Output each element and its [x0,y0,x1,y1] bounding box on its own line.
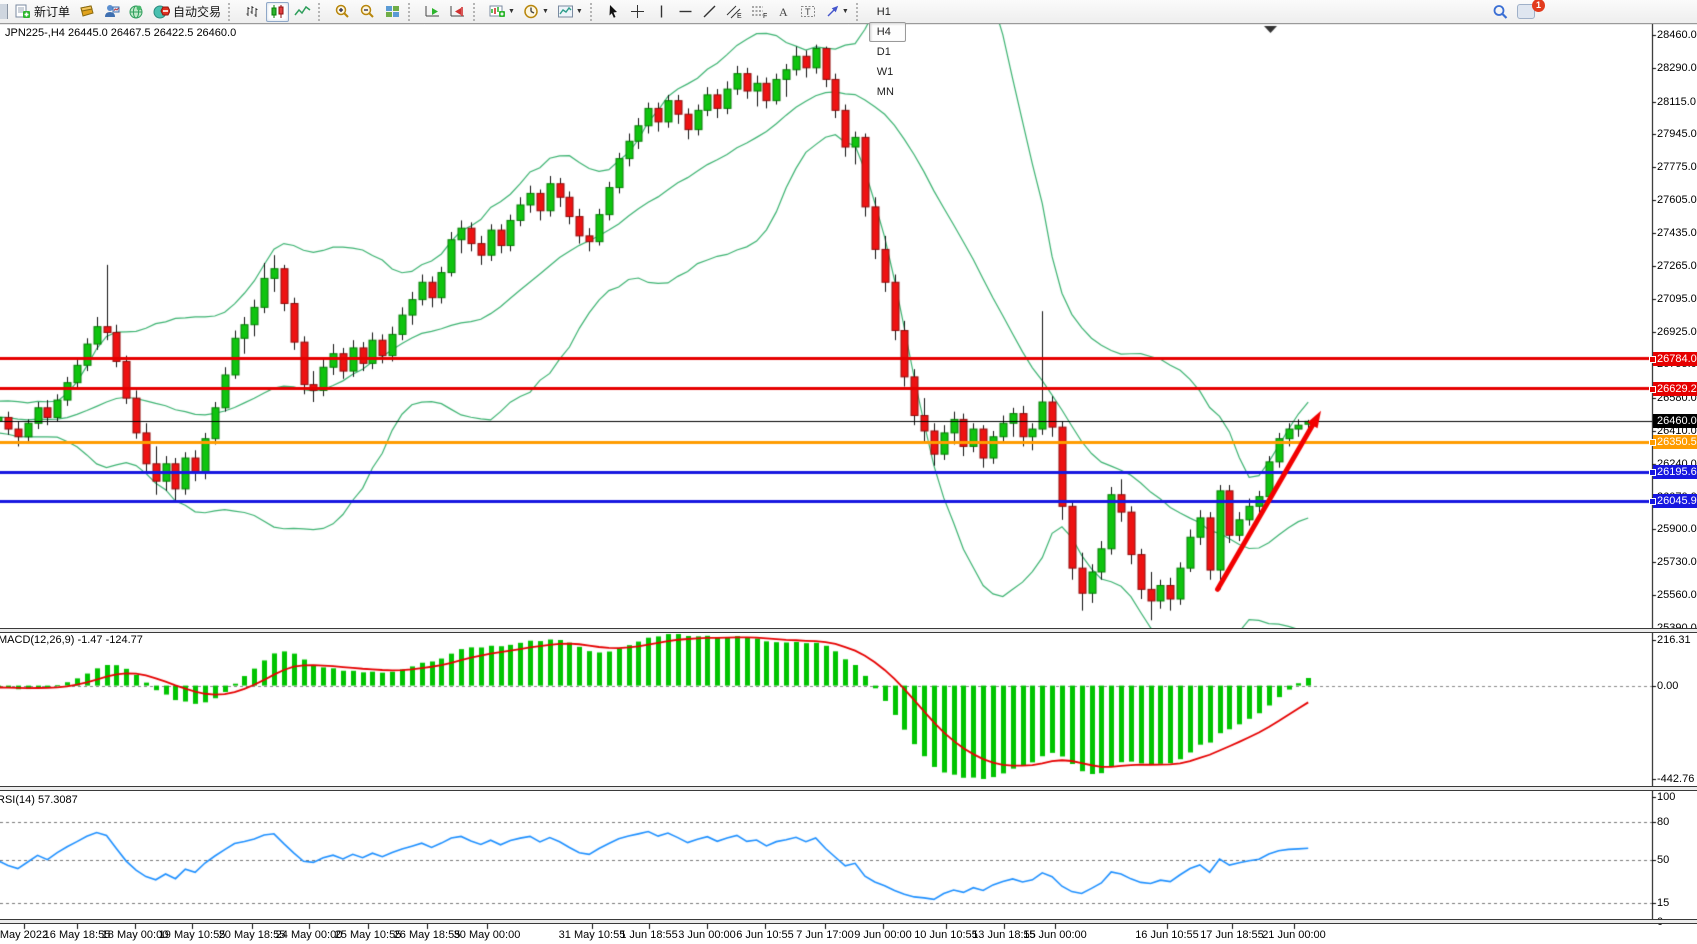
notifications-chat-icon[interactable]: 1 [1514,2,1538,22]
templates-button[interactable]: ▼ [554,2,586,22]
text-label-tool-icon[interactable]: T [797,2,820,22]
price-tick-label: 27265.0 [1657,260,1697,272]
line-anchor-icon [1649,439,1656,446]
price-tick-label: 25560.0 [1657,589,1697,601]
symbol-period-label: JPN225-,H4 [5,27,65,39]
auto-trading-label: 自动交易 [173,3,221,20]
vertical-line-tool-icon[interactable] [651,2,673,22]
svg-text:E: E [737,13,742,19]
periods-clock-button[interactable]: ▼ [520,2,552,22]
auto-trading-button[interactable]: 自动交易 [150,2,224,22]
timeframe-H1[interactable]: H1 [869,2,906,22]
timeframe-D1[interactable]: D1 [869,42,906,62]
toolbar-right-icons: 1 [1488,2,1539,22]
chevron-down-icon: ▼ [542,8,549,15]
chevron-down-icon: ▼ [842,8,849,15]
rsi-tick-label: 50 [1657,854,1669,866]
notification-count-badge: 1 [1532,0,1545,12]
chevron-down-icon: ▼ [576,8,583,15]
main-toolbar: 新订单 自动交易 [0,0,1697,24]
svg-text:A: A [779,5,788,19]
auto-scroll-icon[interactable] [421,2,444,22]
text-tool-icon[interactable]: A [773,2,795,22]
line-anchor-icon [1649,498,1656,505]
trade-accounts-icon[interactable] [100,2,123,22]
toolbar-grip[interactable] [228,3,236,21]
timeframe-H4[interactable]: H4 [869,22,906,42]
toolbar-grip[interactable] [318,3,326,21]
rsi-tick-label: 80 [1657,816,1669,828]
time-tick-label: 30 May 00:00 [442,929,532,941]
line-chart-mode-icon[interactable] [291,2,314,22]
price-tick-label: 27605.0 [1657,194,1697,206]
zoom-out-icon[interactable] [356,2,379,22]
news-signal-icon[interactable] [125,2,148,22]
macd-tick-label: 0.00 [1657,680,1678,692]
timeframe-W1[interactable]: W1 [869,62,906,82]
toolbar-grip[interactable] [590,3,598,21]
macd-indicator-label: MACD(12,26,9) -1.47 -124.77 [0,634,143,646]
search-icon[interactable] [1489,2,1512,22]
toolbar-grip[interactable] [408,3,416,21]
price-tick-label: 27435.0 [1657,227,1697,239]
price-tick-label: 25730.0 [1657,556,1697,568]
price-badge: 26629.2 [1653,382,1697,396]
time-tick-label: 21 Jun 00:00 [1249,929,1339,941]
macd-tick-label: -442.76 [1657,773,1694,785]
horizontal-line-tool-icon[interactable] [675,2,697,22]
new-order-label: 新订单 [34,3,70,20]
chart-title-readout: JPN225-,H4 26445.0 26467.5 26422.5 26460… [5,27,236,39]
price-badge: 26195.6 [1653,465,1697,479]
chart-shift-icon[interactable] [446,2,469,22]
rsi-tick-label: 100 [1657,791,1675,803]
macd-tick-label: 216.31 [1657,634,1691,646]
price-tick-label: 28115.0 [1657,96,1696,108]
chevron-down-icon: ▼ [508,8,515,15]
panel-splitter[interactable] [0,786,1697,791]
line-anchor-icon [1649,469,1656,476]
time-tick-label: 15 Jun 00:00 [1010,929,1100,941]
equidistant-channel-tool-icon[interactable]: E [723,2,746,22]
svg-text:F: F [763,13,767,19]
timeframe-MN[interactable]: MN [869,82,906,102]
price-badge: 26784.0 [1653,352,1697,366]
price-tick-label: 28290.0 [1657,62,1697,74]
line-anchor-icon [1649,386,1656,393]
new-order-button[interactable]: 新订单 [11,2,73,22]
price-badge: 26460.0 [1653,414,1697,428]
price-tick-label: 26925.0 [1657,326,1697,338]
bar-chart-mode-icon[interactable] [241,2,264,22]
ohlc-readout: 26445.0 26467.5 26422.5 26460.0 [68,27,236,39]
panel-splitter[interactable] [0,628,1697,633]
market-depth-icon[interactable] [75,2,98,22]
rsi-indicator-label: RSI(14) 57.3087 [0,794,78,806]
svg-text:T: T [805,7,811,17]
mt4-window: 新订单 自动交易 [0,0,1697,944]
rsi-tick-label: 15 [1657,897,1669,909]
zoom-in-icon[interactable] [331,2,354,22]
crosshair-tool-icon[interactable] [627,2,649,22]
arrows-tool-button[interactable]: ▼ [822,2,852,22]
chart-canvas[interactable] [0,0,1697,944]
price-tick-label: 27775.0 [1657,161,1697,173]
timeframe-toolbar: M1M5M15M30H1H4D1W1MN [868,0,907,102]
tile-windows-icon[interactable] [381,2,404,22]
line-anchor-icon [1649,356,1656,363]
candlestick-mode-icon[interactable] [266,2,289,22]
toolbar-grip[interactable] [856,3,864,21]
toolbar-grip[interactable] [473,3,481,21]
price-tick-label: 27095.0 [1657,293,1697,305]
price-tick-label: 27945.0 [1657,128,1697,140]
new-chart-button[interactable]: ▼ [486,2,518,22]
cursor-tool-icon[interactable] [603,2,625,22]
trendline-tool-icon[interactable] [699,2,721,22]
fibonacci-tool-icon[interactable]: F [748,2,771,22]
price-tick-label: 25900.0 [1657,523,1697,535]
price-tick-label: 28460.0 [1657,29,1697,41]
price-badge: 26350.5 [1653,435,1697,449]
price-badge: 26045.9 [1653,494,1697,508]
panel-splitter[interactable] [0,919,1697,924]
clipped-icon [0,4,8,19]
